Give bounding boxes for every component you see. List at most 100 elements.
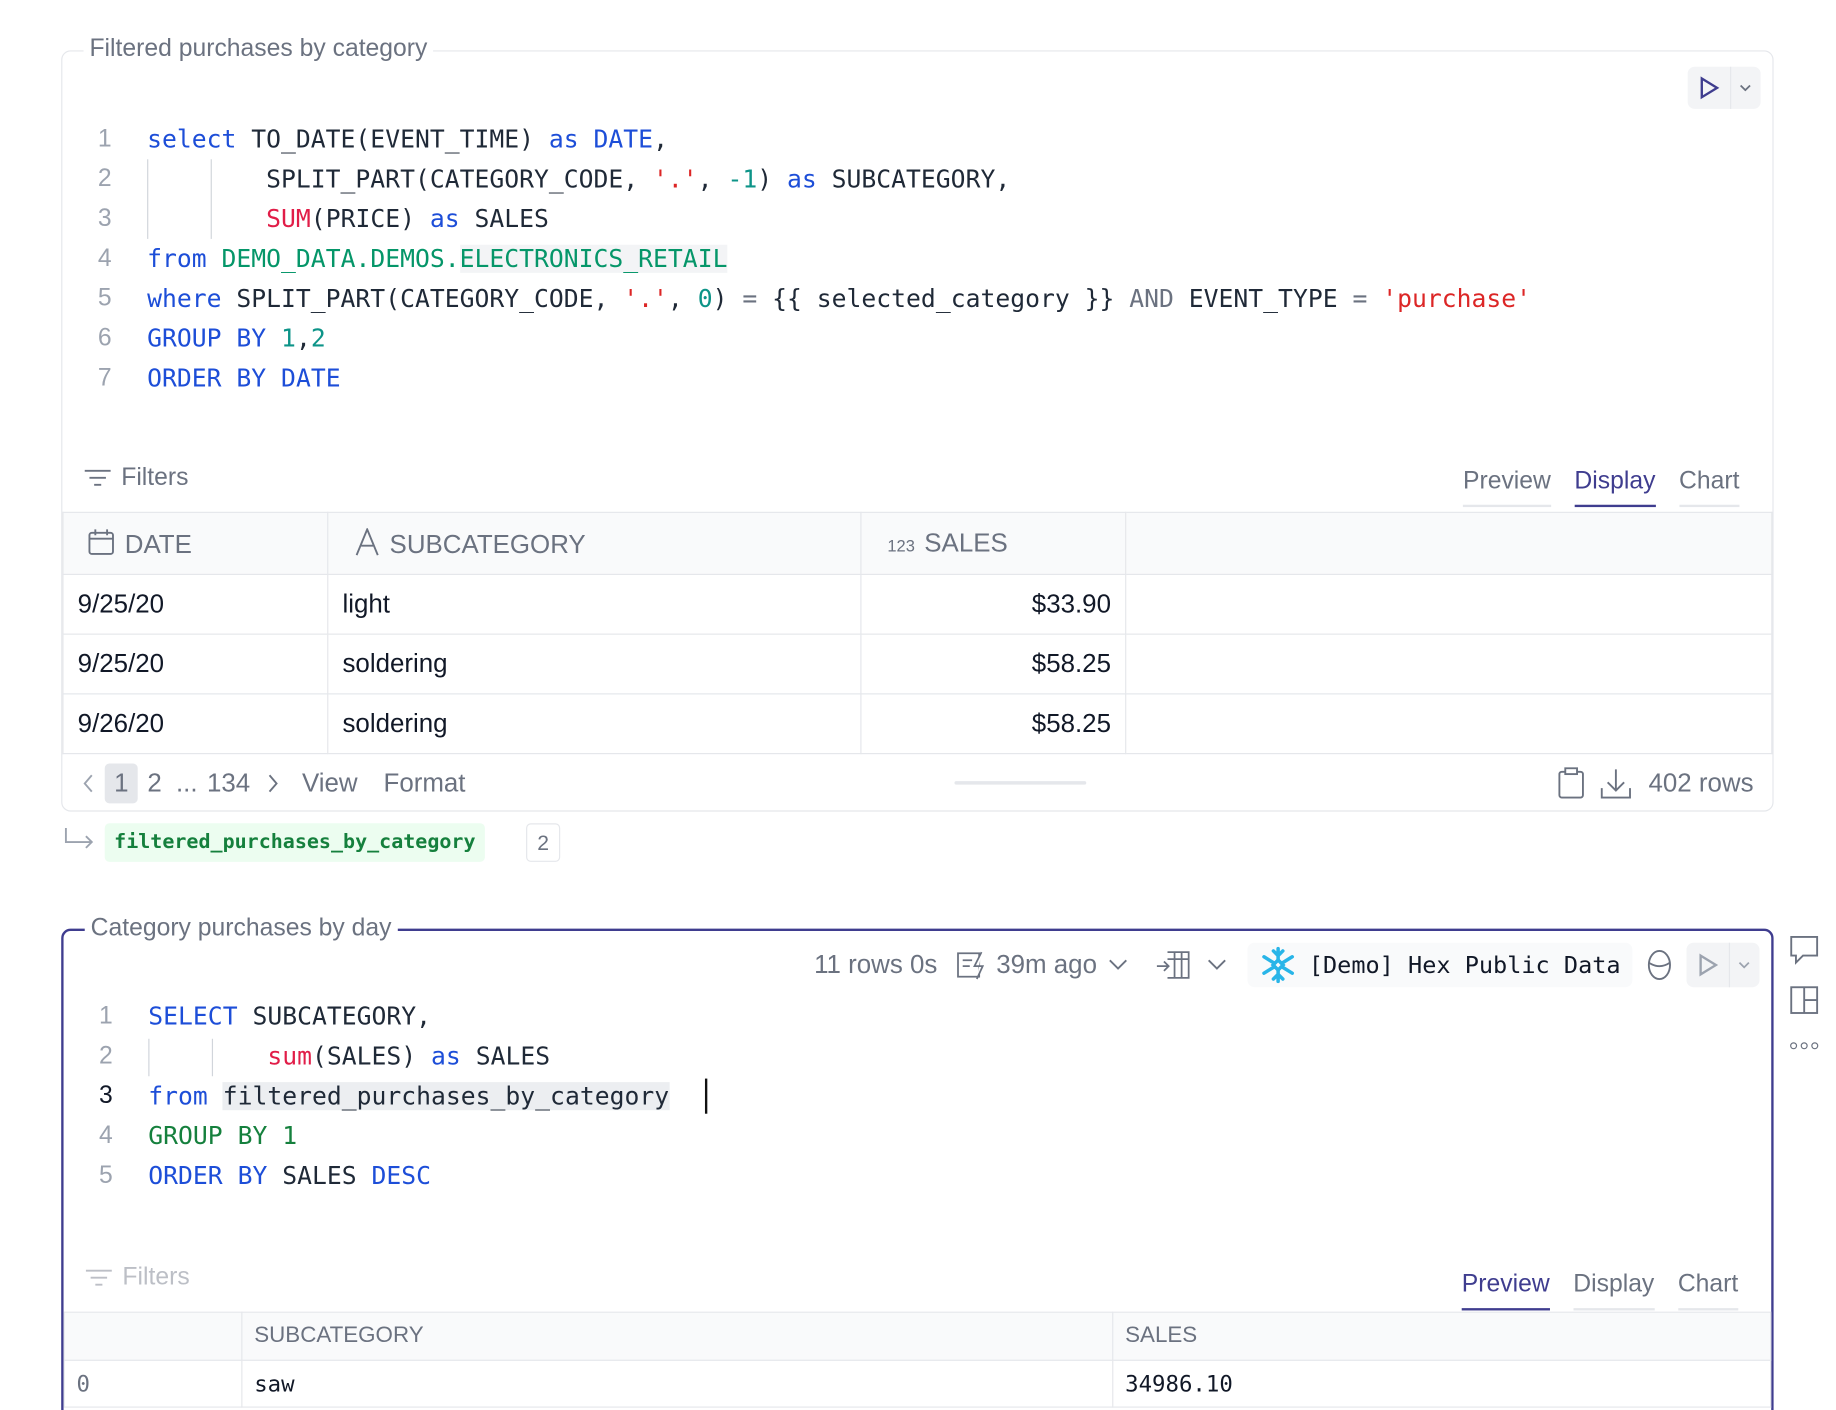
run-mode-icon[interactable] — [956, 950, 991, 980]
tab-chart[interactable]: Chart — [1679, 467, 1740, 508]
code-line[interactable]: 1 select TO_DATE(EVENT_TIME) as DATE, — [62, 119, 1772, 159]
clipboard-icon[interactable] — [1557, 767, 1585, 800]
table-row[interactable]: 0 saw 34986.10 — [63, 1359, 1772, 1408]
text-type-icon — [354, 527, 380, 556]
layout-icon[interactable] — [1789, 985, 1820, 1015]
filter-icon — [85, 1267, 113, 1288]
line-number: 4 — [99, 1121, 113, 1149]
table-row[interactable]: 9/25/20 soldering $58.25 — [62, 633, 1773, 695]
code-line[interactable]: 5 where SPLIT_PART(CATEGORY_CODE, '.', 0)… — [62, 279, 1772, 319]
output-references-badge[interactable]: 2 — [526, 823, 561, 862]
output-table-icon[interactable] — [1156, 950, 1191, 980]
view-button[interactable]: View — [302, 768, 358, 798]
code-line[interactable]: 2 sum(SALES) as SALES — [64, 1036, 1772, 1076]
format-button[interactable]: Format — [384, 768, 466, 798]
code-token: as — [548, 125, 579, 154]
column-header-subcategory[interactable]: SUBCATEGORY — [241, 1311, 1114, 1361]
table-row[interactable]: 9/25/20 light $33.90 — [62, 573, 1773, 635]
code-token: , — [653, 125, 668, 154]
line-number: 3 — [97, 204, 112, 232]
download-icon[interactable] — [1599, 767, 1632, 800]
tab-display[interactable]: Display — [1573, 1271, 1655, 1311]
run-button[interactable] — [1687, 66, 1761, 109]
data-connection-select[interactable]: [Demo] Hex Public Data — [1247, 942, 1633, 988]
code-text: ORDER BY SALES DESC — [148, 1156, 431, 1196]
line-number: 7 — [97, 364, 112, 392]
code-line[interactable]: 7 ORDER BY DATE — [62, 358, 1772, 398]
page-2-button[interactable]: 2 — [147, 768, 161, 798]
more-options-icon[interactable] — [1789, 1040, 1820, 1052]
table-cell[interactable]: 9/26/20 — [62, 693, 329, 755]
tab-chart[interactable]: Chart — [1677, 1271, 1739, 1311]
table-cell[interactable]: $33.90 — [860, 573, 1127, 635]
tab-display[interactable]: Display — [1574, 467, 1656, 508]
return-arrow-icon — [64, 827, 97, 853]
chevron-down-icon[interactable] — [1730, 961, 1758, 969]
code-token: as — [786, 165, 817, 194]
table-row[interactable]: 9/26/20 soldering $58.25 — [62, 693, 1773, 755]
code-line[interactable]: 3 from filtered_purchases_by_category — [64, 1076, 1772, 1116]
code-line[interactable]: 3 SUM(PRICE) as SALES — [62, 199, 1772, 239]
calendar-icon — [87, 528, 115, 556]
code-token: DEMO_DATA.DEMOS. — [221, 244, 460, 273]
page-1-button[interactable]: 1 — [104, 763, 138, 804]
column-header-empty — [1125, 511, 1773, 576]
tab-preview[interactable]: Preview — [1461, 1271, 1550, 1311]
table-cell[interactable]: soldering — [327, 633, 862, 695]
filters-button[interactable]: Filters — [85, 1264, 190, 1292]
output-dataframe-chip[interactable]: filtered_purchases_by_category — [104, 823, 485, 862]
line-number: 2 — [97, 165, 112, 193]
chevron-down-icon[interactable] — [1208, 959, 1227, 971]
table-cell[interactable]: 34986.10 — [1112, 1359, 1772, 1408]
column-header-date[interactable]: DATE — [62, 511, 329, 576]
comment-icon[interactable] — [1789, 935, 1820, 965]
cell-title[interactable]: Category purchases by day — [84, 914, 398, 943]
code-line[interactable]: 1 SELECT SUBCATEGORY, — [64, 997, 1772, 1037]
last-run-time[interactable]: 39m ago — [996, 950, 1097, 980]
column-header-subcategory[interactable]: SUBCATEGORY — [327, 511, 862, 576]
resize-handle[interactable] — [954, 781, 1087, 785]
code-line[interactable]: 2 SPLIT_PART(CATEGORY_CODE, '.', -1) as … — [62, 159, 1772, 199]
code-line[interactable]: 6 GROUP BY 1,2 — [62, 319, 1772, 359]
play-icon[interactable] — [1688, 67, 1730, 109]
table-cell[interactable]: 9/25/20 — [62, 633, 329, 695]
column-header-sales[interactable]: 123 SALES — [860, 511, 1127, 576]
table-cell[interactable]: $58.25 — [860, 633, 1127, 695]
code-text: where SPLIT_PART(CATEGORY_CODE, '.', 0) … — [147, 279, 1531, 319]
sql-editor[interactable]: 1 select TO_DATE(EVENT_TIME) as DATE, 2 SP… — [62, 119, 1772, 398]
cache-icon[interactable] — [1646, 949, 1672, 982]
column-label: SUBCATEGORY — [389, 528, 586, 559]
table-cell[interactable]: soldering — [327, 693, 862, 755]
table-cell[interactable]: light — [327, 573, 862, 635]
table-cell[interactable]: 9/25/20 — [62, 573, 329, 635]
table-cell[interactable]: $58.25 — [860, 693, 1127, 755]
code-token: 'purchase' — [1382, 284, 1532, 313]
code-token: GROUP BY — [147, 324, 267, 353]
run-button[interactable] — [1686, 942, 1760, 988]
code-line[interactable]: 4 from DEMO_DATA.DEMOS.ELECTRONICS_RETAIL — [62, 239, 1772, 279]
chevron-down-icon[interactable] — [1731, 84, 1759, 92]
code-token: = — [742, 284, 758, 313]
table-cell-empty — [1125, 693, 1773, 755]
code-line[interactable]: 5 ORDER BY SALES DESC — [64, 1156, 1772, 1196]
filters-button[interactable]: Filters — [84, 464, 189, 492]
page-last-button[interactable]: 134 — [207, 768, 250, 798]
code-line[interactable]: 4 GROUP BY 1 — [64, 1116, 1772, 1156]
sql-editor[interactable]: 1 SELECT SUBCATEGORY, 2 sum(SALES) as SALE… — [64, 997, 1772, 1196]
tab-preview[interactable]: Preview — [1462, 467, 1551, 508]
chevron-left-icon[interactable] — [79, 774, 98, 793]
chevron-down-icon[interactable] — [1109, 959, 1128, 971]
code-text: sum(SALES) as SALES — [148, 1036, 550, 1076]
code-token: 2 — [310, 324, 326, 353]
code-token: as — [429, 204, 460, 234]
chevron-right-icon[interactable] — [267, 774, 279, 793]
play-icon[interactable] — [1686, 953, 1728, 977]
table-cell[interactable]: 0 — [63, 1359, 243, 1408]
table-cell[interactable]: saw — [241, 1359, 1114, 1408]
code-token: from — [147, 244, 207, 273]
column-header-sales[interactable]: SALES — [1112, 1311, 1772, 1361]
code-token: ) — [757, 165, 787, 194]
code-token: DATE — [593, 125, 654, 154]
cell-title[interactable]: Filtered purchases by category — [83, 35, 434, 64]
